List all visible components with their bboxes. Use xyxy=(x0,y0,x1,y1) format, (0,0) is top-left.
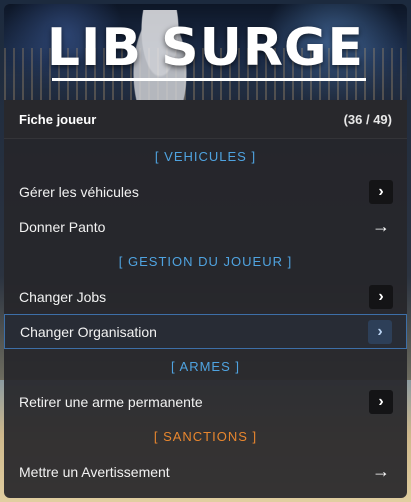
menu-item-counter: (36 / 49) xyxy=(343,111,392,127)
section-armes: [ ARMES ] xyxy=(4,349,407,384)
section-label: [ GESTION DU JOUEUR ] xyxy=(118,254,293,269)
chevron-right-icon: › xyxy=(369,284,393,309)
logo-underline xyxy=(52,78,366,81)
menu-item-label: Gérer les véhicules xyxy=(19,183,139,200)
section-vehicules: [ VEHICULES ] xyxy=(4,139,407,174)
chevron-right-icon: › xyxy=(369,389,393,414)
player-menu: LIB SURGE Fiche joueur (36 / 49) [ VEHIC… xyxy=(4,4,407,498)
section-label: [ SANCTIONS ] xyxy=(153,429,258,444)
menu-item-mettre-avertissement[interactable]: Mettre un Avertissement → xyxy=(4,454,407,489)
menu-header: Fiche joueur (36 / 49) xyxy=(4,100,407,139)
menu-item-label: Donner Panto xyxy=(19,218,106,235)
menu-item-label: Changer Jobs xyxy=(19,288,107,305)
section-label: [ VEHICULES ] xyxy=(154,149,257,164)
menu-item-gerer-vehicules[interactable]: Gérer les véhicules › xyxy=(4,174,407,209)
menu-banner: LIB SURGE xyxy=(4,4,407,100)
chevron-right-icon: › xyxy=(368,319,392,344)
menu-item-retirer-arme[interactable]: Retirer une arme permanente › xyxy=(4,384,407,419)
menu-item-label: Mettre un Avertissement xyxy=(19,463,170,480)
menu-item-donner-panto[interactable]: Donner Panto → xyxy=(4,209,407,244)
chevron-right-icon: › xyxy=(369,179,393,204)
menu-title: Fiche joueur xyxy=(19,111,97,127)
server-logo: LIB SURGE xyxy=(46,18,365,78)
section-sanctions: [ SANCTIONS ] xyxy=(4,419,407,454)
section-gestion-joueur: [ GESTION DU JOUEUR ] xyxy=(4,244,407,279)
menu-item-changer-organisation[interactable]: Changer Organisation › xyxy=(4,314,407,349)
arrow-right-icon: → xyxy=(372,461,390,481)
arrow-right-icon: → xyxy=(372,216,390,236)
menu-item-label: Changer Organisation xyxy=(20,323,157,340)
menu-item-changer-jobs[interactable]: Changer Jobs › xyxy=(4,279,407,314)
section-label: [ ARMES ] xyxy=(171,359,240,374)
menu-item-label: Retirer une arme permanente xyxy=(19,393,203,410)
